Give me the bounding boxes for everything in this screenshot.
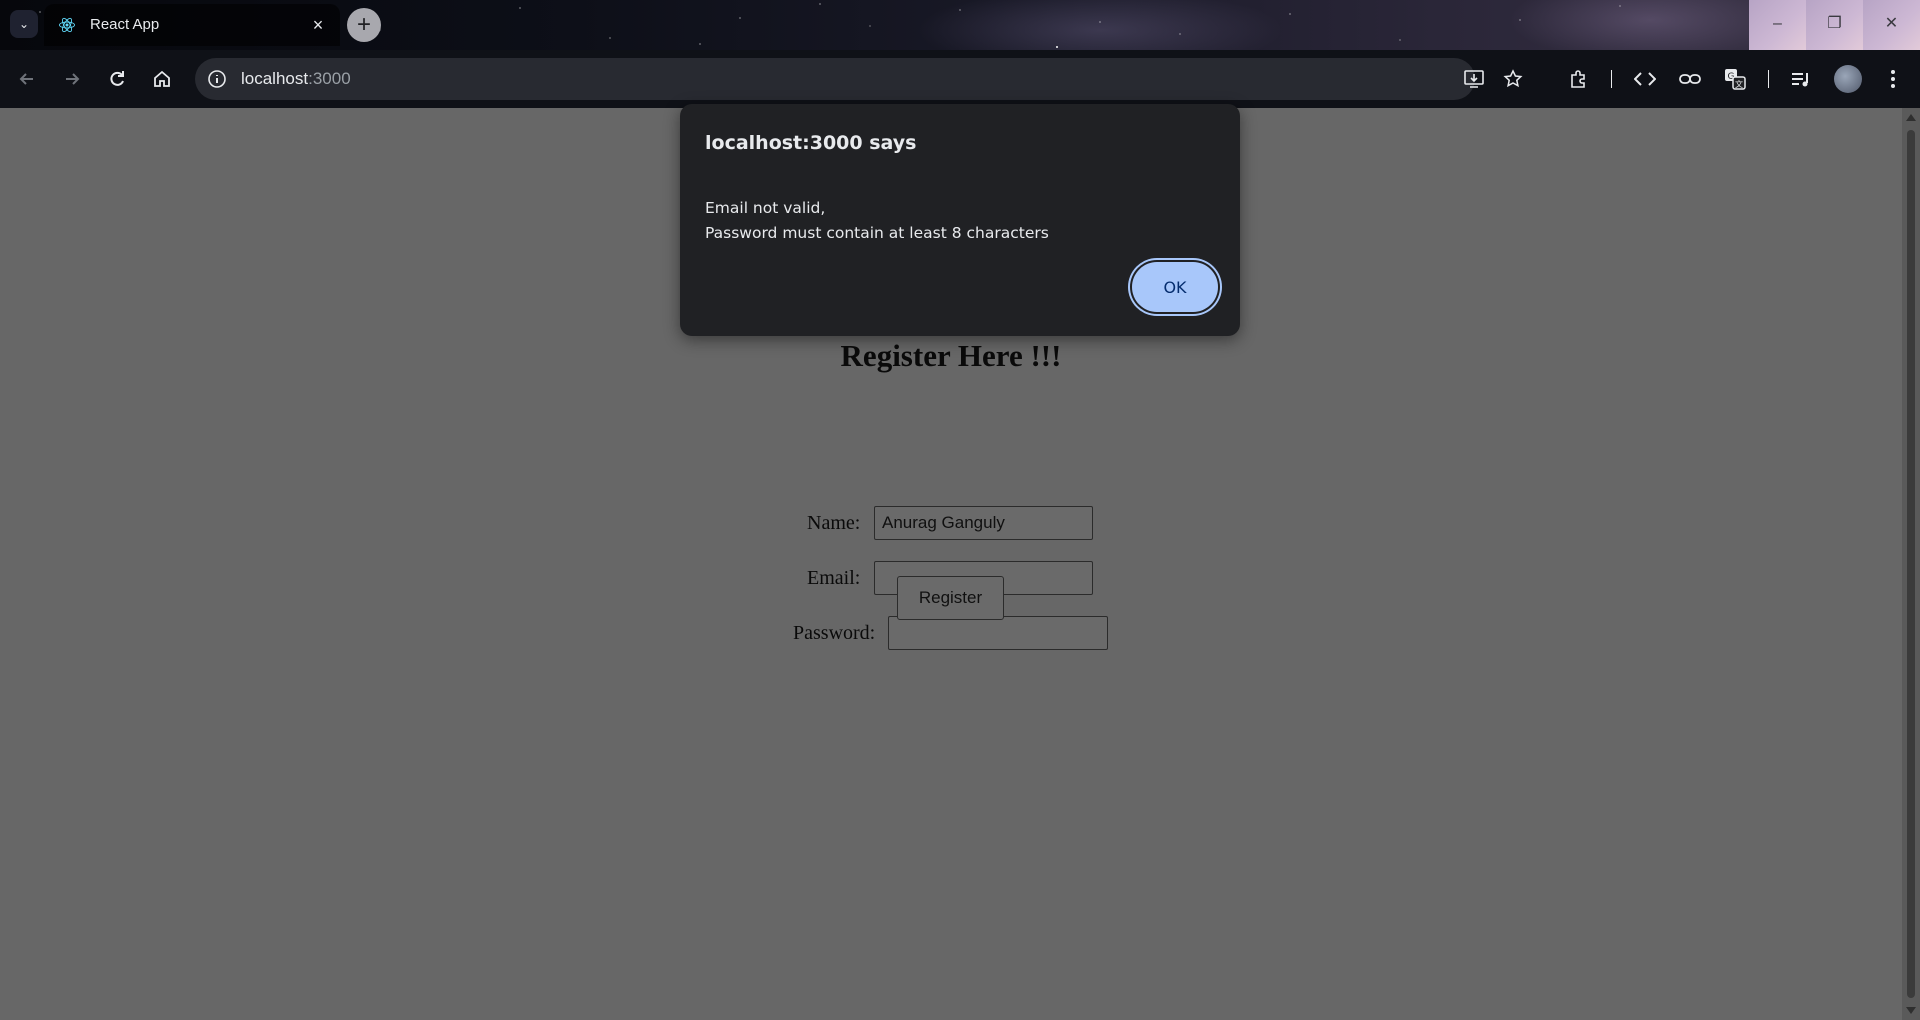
dialog-message-line: Password must contain at least 8 charact… [705, 224, 1049, 242]
dialog-message-line: Email not valid, [705, 199, 826, 217]
media-queue-icon[interactable] [1786, 64, 1816, 94]
scroll-down-arrow-icon[interactable] [1906, 1007, 1916, 1014]
restore-button[interactable]: ❐ [1806, 0, 1863, 50]
browser-toolbar: localhost:3000 G文 [0, 50, 1920, 108]
dialog-title: localhost:3000 says [705, 132, 917, 154]
name-label: Name: [807, 512, 861, 534]
tab-close-icon[interactable]: × [307, 14, 329, 36]
toolbar-divider [1768, 70, 1769, 88]
page-scrollbar[interactable] [1902, 108, 1920, 1020]
email-label: Email: [807, 567, 861, 589]
new-tab-button[interactable]: + [347, 8, 381, 42]
react-logo-icon [59, 17, 75, 33]
site-info-icon[interactable] [207, 69, 227, 89]
menu-kebab-icon[interactable] [1878, 64, 1908, 94]
name-input[interactable] [874, 506, 1093, 540]
code-icon[interactable] [1630, 64, 1660, 94]
address-bar[interactable]: localhost:3000 [195, 58, 1523, 100]
url-text[interactable]: localhost:3000 [241, 69, 351, 89]
toolbar-divider [1611, 70, 1612, 88]
home-icon[interactable] [147, 64, 177, 94]
profile-avatar[interactable] [1834, 65, 1862, 93]
back-icon[interactable] [12, 64, 42, 94]
password-label: Password: [793, 622, 876, 644]
translate-icon[interactable]: G文 [1720, 64, 1750, 94]
extensions-icon[interactable] [1564, 64, 1594, 94]
browser-tab[interactable]: React App × [44, 4, 340, 46]
password-input[interactable] [888, 616, 1108, 650]
alert-dialog: localhost:3000 says Email not valid, Pas… [680, 104, 1240, 336]
minimize-button[interactable]: – [1749, 0, 1806, 50]
page-title: Register Here !!! [840, 338, 1062, 373]
scroll-up-arrow-icon[interactable] [1906, 114, 1916, 121]
tab-title: React App [90, 16, 160, 33]
window-controls: – ❐ ✕ [1749, 0, 1920, 50]
browser-title-bar: ⌄ React App × + – ❐ ✕ [0, 0, 1920, 50]
close-window-button[interactable]: ✕ [1863, 0, 1920, 50]
register-button[interactable]: Register [897, 576, 1004, 620]
tab-search-icon[interactable]: ⌄ [10, 10, 38, 38]
dialog-message: Email not valid, Password must contain a… [705, 196, 1049, 246]
bookmark-star-icon[interactable] [1503, 69, 1523, 89]
link-icon[interactable] [1675, 64, 1705, 94]
svg-text:文: 文 [1735, 79, 1743, 89]
scroll-thumb[interactable] [1907, 130, 1915, 998]
forward-icon[interactable] [57, 64, 87, 94]
install-app-icon[interactable] [1463, 69, 1485, 89]
reload-icon[interactable] [102, 64, 132, 94]
ok-button[interactable]: OK [1132, 262, 1218, 312]
